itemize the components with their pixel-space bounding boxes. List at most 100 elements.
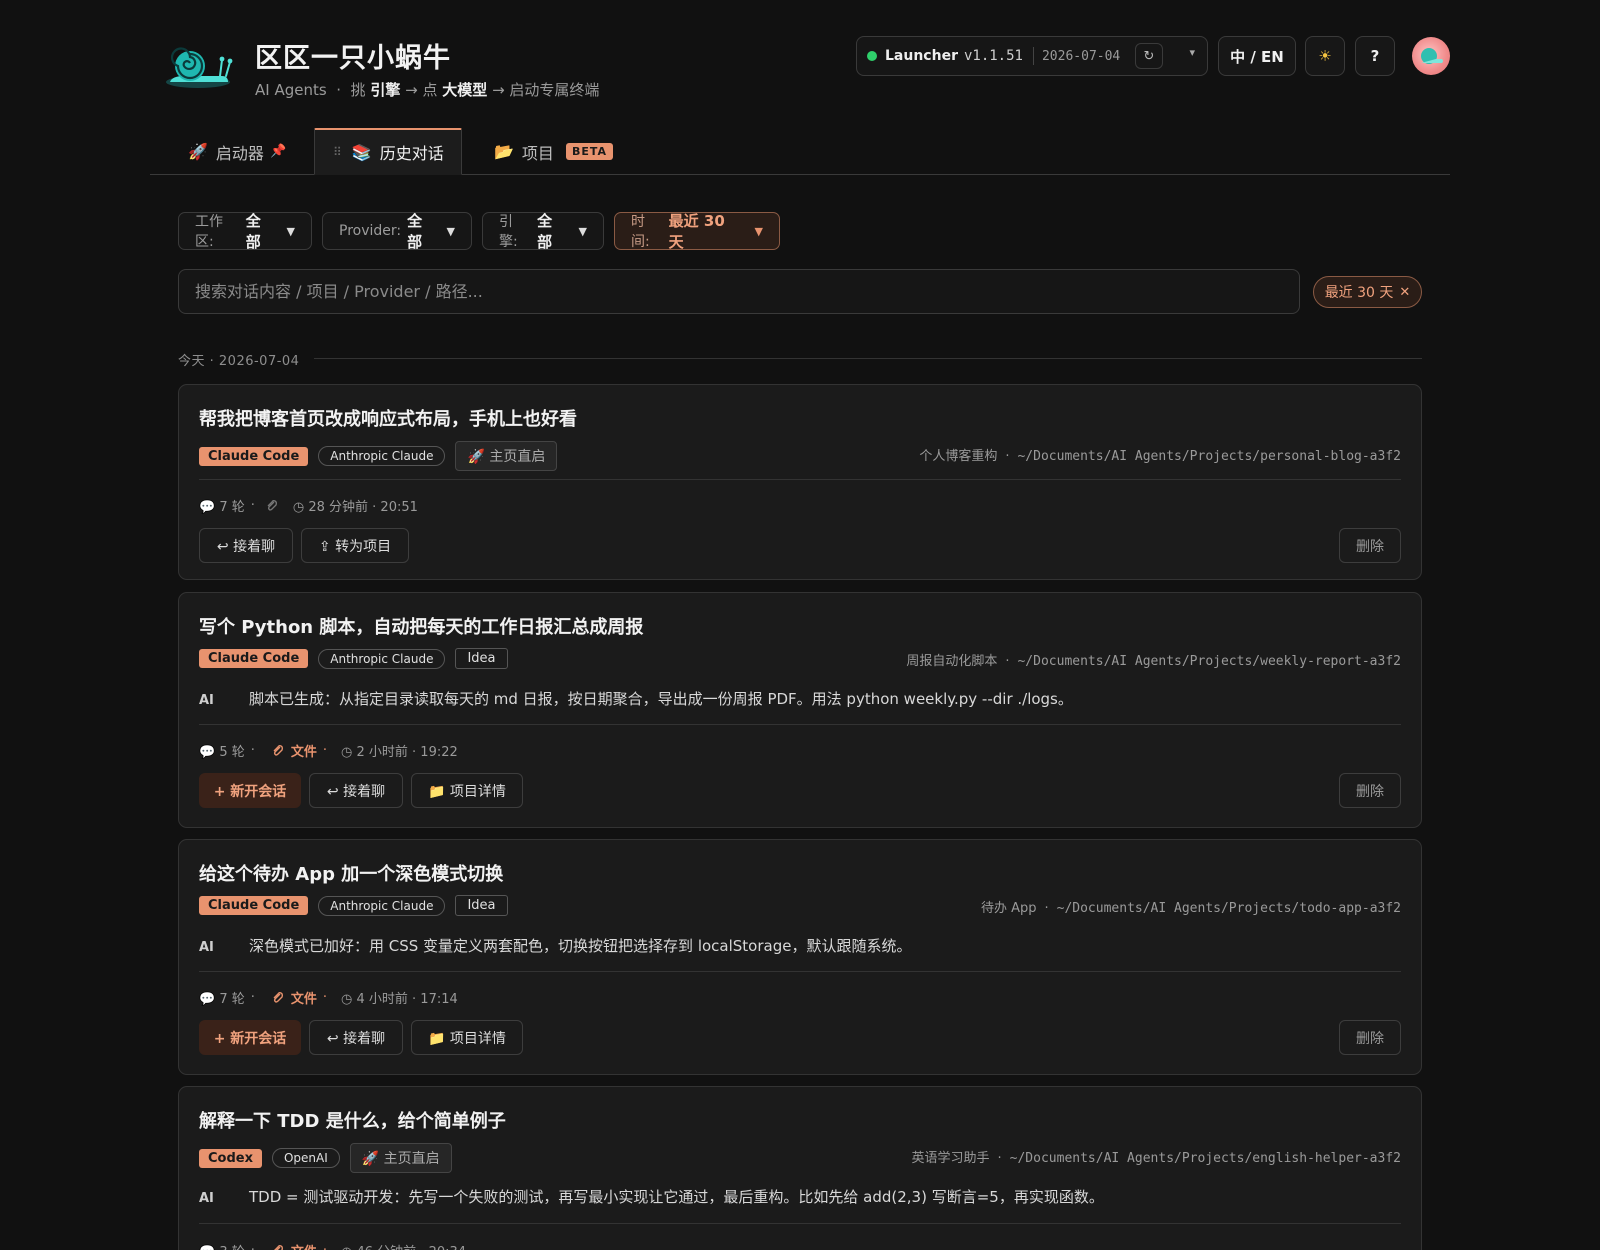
card-stats: 💬 7 轮 · 文件 · ◷ 4 小时前 · 17:14 bbox=[199, 988, 458, 1007]
time-filter[interactable]: 时间: 最近 30 天 ▼ bbox=[614, 212, 780, 251]
engine-tag: Claude Code bbox=[199, 896, 309, 915]
divider bbox=[314, 358, 1422, 359]
project-name: 个人博客重构 bbox=[919, 449, 998, 464]
engine-filter-value: 全部 bbox=[537, 212, 553, 251]
ai-label: AI bbox=[199, 693, 214, 708]
project-path[interactable]: ~/Documents/AI Agents/Projects/personal-… bbox=[1017, 449, 1401, 464]
chip-label: 最近 30 天 bbox=[1324, 285, 1394, 301]
subtitle-prefix: AI Agents bbox=[255, 81, 327, 99]
conversation-title[interactable]: 写个 Python 脚本，自动把每天的工作日报汇总成周报 bbox=[199, 613, 643, 639]
continue-chat-button[interactable]: ↩ 接着聊 bbox=[309, 773, 403, 808]
ai-summary: AI TDD = 测试驱动开发：先写一个失败的测试，再写最小实现让它通过，最后重构… bbox=[199, 1186, 1104, 1207]
continue-chat-button[interactable]: ↩ 接着聊 bbox=[199, 528, 293, 563]
conversation-card[interactable]: 解释一下 TDD 是什么，给个简单例子 Codex OpenAI 🚀 主页直启 … bbox=[178, 1086, 1422, 1250]
refresh-icon[interactable]: ↻ bbox=[1135, 43, 1163, 69]
provider-filter-value: 全部 bbox=[407, 212, 423, 251]
tab-launcher[interactable]: 🚀 启动器 📌 bbox=[188, 128, 306, 175]
paperclip-icon bbox=[267, 499, 277, 511]
project-path[interactable]: ~/Documents/AI Agents/Projects/todo-app-… bbox=[1057, 901, 1401, 916]
ai-summary-text: 脚本已生成：从指定目录读取每天的 md 日报，按日期聚合，导出成一份周报 PDF… bbox=[249, 690, 1073, 708]
project-meta: 周报自动化脚本 · ~/Documents/AI Agents/Projects/w… bbox=[906, 650, 1401, 669]
folder-icon: 📂 bbox=[494, 142, 514, 161]
provider-tag: Anthropic Claude bbox=[318, 446, 446, 466]
workspace-filter[interactable]: 工作区: 全部 ▼ bbox=[178, 212, 312, 251]
delete-button[interactable]: 删除 bbox=[1339, 528, 1401, 563]
conversation-title[interactable]: 帮我把博客首页改成响应式布局，手机上也好看 bbox=[199, 405, 577, 431]
tab-projects-label: 项目 bbox=[521, 143, 554, 163]
tab-launcher-label: 启动器 bbox=[215, 143, 264, 163]
engine-tag: Codex bbox=[199, 1148, 262, 1168]
files-link[interactable]: 文件 bbox=[291, 1241, 317, 1250]
conversation-card[interactable]: 帮我把博客首页改成响应式布局，手机上也好看 Claude Code Anthro… bbox=[178, 384, 1422, 580]
subtitle-engine: 引擎 bbox=[370, 81, 401, 99]
help-button[interactable]: ? bbox=[1355, 36, 1395, 76]
origin-tag: 🚀 主页直启 bbox=[349, 1143, 452, 1173]
project-name: 待办 App bbox=[980, 901, 1037, 916]
workspace-filter-label: 工作区: bbox=[195, 214, 223, 250]
launcher-date: 2026-07-04 bbox=[1041, 48, 1121, 64]
beta-badge: BETA bbox=[565, 143, 613, 160]
stats-dot: · bbox=[322, 990, 328, 1005]
new-session-button[interactable]: + 新开会话 bbox=[199, 773, 301, 808]
conversation-card[interactable]: 写个 Python 脚本，自动把每天的工作日报汇总成周报 Claude Code… bbox=[178, 592, 1422, 828]
card-divider bbox=[199, 1223, 1401, 1224]
project-path[interactable]: ~/Documents/AI Agents/Projects/weekly-re… bbox=[1017, 654, 1401, 669]
dropdown-arrow-icon: ▼ bbox=[754, 224, 763, 238]
theme-sun-icon[interactable]: ☀ bbox=[1305, 36, 1345, 76]
conversation-title[interactable]: 解释一下 TDD 是什么，给个简单例子 bbox=[199, 1107, 506, 1133]
tab-projects[interactable]: 📂 项目 BETA bbox=[494, 128, 674, 175]
convert-to-project-button[interactable]: ⇪ 转为项目 bbox=[301, 528, 409, 563]
paperclip-icon bbox=[273, 1244, 283, 1250]
idea-tag: Idea bbox=[455, 895, 508, 916]
provider-filter[interactable]: Provider: 全部 ▼ bbox=[322, 212, 472, 251]
meta-dot: · bbox=[1044, 901, 1049, 916]
launcher-divider bbox=[1032, 47, 1034, 65]
files-link[interactable]: 文件 bbox=[291, 741, 317, 760]
subtitle-pick: 挑 bbox=[350, 81, 366, 99]
subtitle-dot: · bbox=[336, 81, 341, 99]
project-meta: 个人博客重构 · ~/Documents/AI Agents/Projects/pe… bbox=[919, 445, 1401, 464]
language-toggle-button[interactable]: 中 / EN bbox=[1218, 36, 1296, 76]
close-icon[interactable]: ✕ bbox=[1399, 285, 1410, 300]
ai-summary-text: TDD = 测试驱动开发：先写一个失败的测试，再写最小实现让它通过，最后重构。比… bbox=[249, 1188, 1104, 1206]
drag-grip-icon[interactable]: ⠿ bbox=[333, 145, 342, 159]
ai-summary: AI 脚本已生成：从指定目录读取每天的 md 日报，按日期聚合，导出成一份周报 P… bbox=[199, 688, 1073, 709]
last-active-time: ◷ 2 小时前 · 19:22 bbox=[341, 745, 458, 760]
meta-dot: · bbox=[1005, 449, 1010, 464]
active-filter-chip[interactable]: 最近 30 天 ✕ bbox=[1313, 276, 1422, 308]
files-link[interactable]: 文件 bbox=[291, 988, 317, 1007]
stats-dot: · bbox=[250, 990, 255, 1005]
search-input[interactable] bbox=[195, 282, 1283, 301]
card-tags: Codex OpenAI 🚀 主页直启 bbox=[199, 1143, 452, 1173]
new-session-button[interactable]: + 新开会话 bbox=[199, 1020, 301, 1055]
time-filter-label: 时间: bbox=[631, 214, 650, 250]
conversation-title[interactable]: 给这个待办 App 加一个深色模式切换 bbox=[199, 860, 503, 886]
books-icon: 📚 bbox=[351, 142, 372, 162]
conversation-card[interactable]: 给这个待办 App 加一个深色模式切换 Claude Code Anthropi… bbox=[178, 839, 1422, 1075]
tab-history[interactable]: ⠿ 📚 历史对话 bbox=[314, 128, 462, 175]
card-tags: Claude Code Anthropic Claude Idea bbox=[199, 895, 508, 916]
engine-filter[interactable]: 引擎: 全部 ▼ bbox=[482, 212, 604, 251]
continue-chat-button[interactable]: ↩ 接着聊 bbox=[309, 1020, 403, 1055]
chevron-down-icon[interactable]: ▾ bbox=[1189, 46, 1195, 59]
card-divider bbox=[199, 724, 1401, 725]
subtitle-rest: → 启动专属终端 bbox=[492, 81, 600, 99]
time-filter-value: 最近 30 天 bbox=[668, 212, 725, 251]
app-subtitle: AI Agents · 挑 引擎 → 点 大模型 → 启动专属终端 bbox=[255, 79, 599, 100]
avatar[interactable] bbox=[1412, 37, 1450, 75]
dropdown-arrow-icon: ▼ bbox=[286, 224, 295, 238]
delete-button[interactable]: 删除 bbox=[1339, 773, 1401, 808]
delete-button[interactable]: 删除 bbox=[1339, 1020, 1401, 1055]
project-detail-button[interactable]: 📁 项目详情 bbox=[411, 773, 523, 808]
launcher-status[interactable]: Launcher v1.1.51 2026-07-04 ↻ ▾ bbox=[856, 36, 1208, 76]
meta-dot: · bbox=[1005, 654, 1010, 669]
project-detail-button[interactable]: 📁 项目详情 bbox=[411, 1020, 523, 1055]
idea-tag: Idea bbox=[455, 648, 508, 669]
origin-tag: 🚀 主页直启 bbox=[455, 441, 558, 471]
ai-label: AI bbox=[199, 940, 214, 955]
search-box bbox=[178, 269, 1300, 314]
card-stats: 💬 5 轮 · 文件 · ◷ 2 小时前 · 19:22 bbox=[199, 741, 458, 760]
card-divider bbox=[199, 971, 1401, 972]
project-path[interactable]: ~/Documents/AI Agents/Projects/english-h… bbox=[1010, 1151, 1401, 1166]
app-title: 区区一只小蜗牛 bbox=[255, 43, 451, 74]
